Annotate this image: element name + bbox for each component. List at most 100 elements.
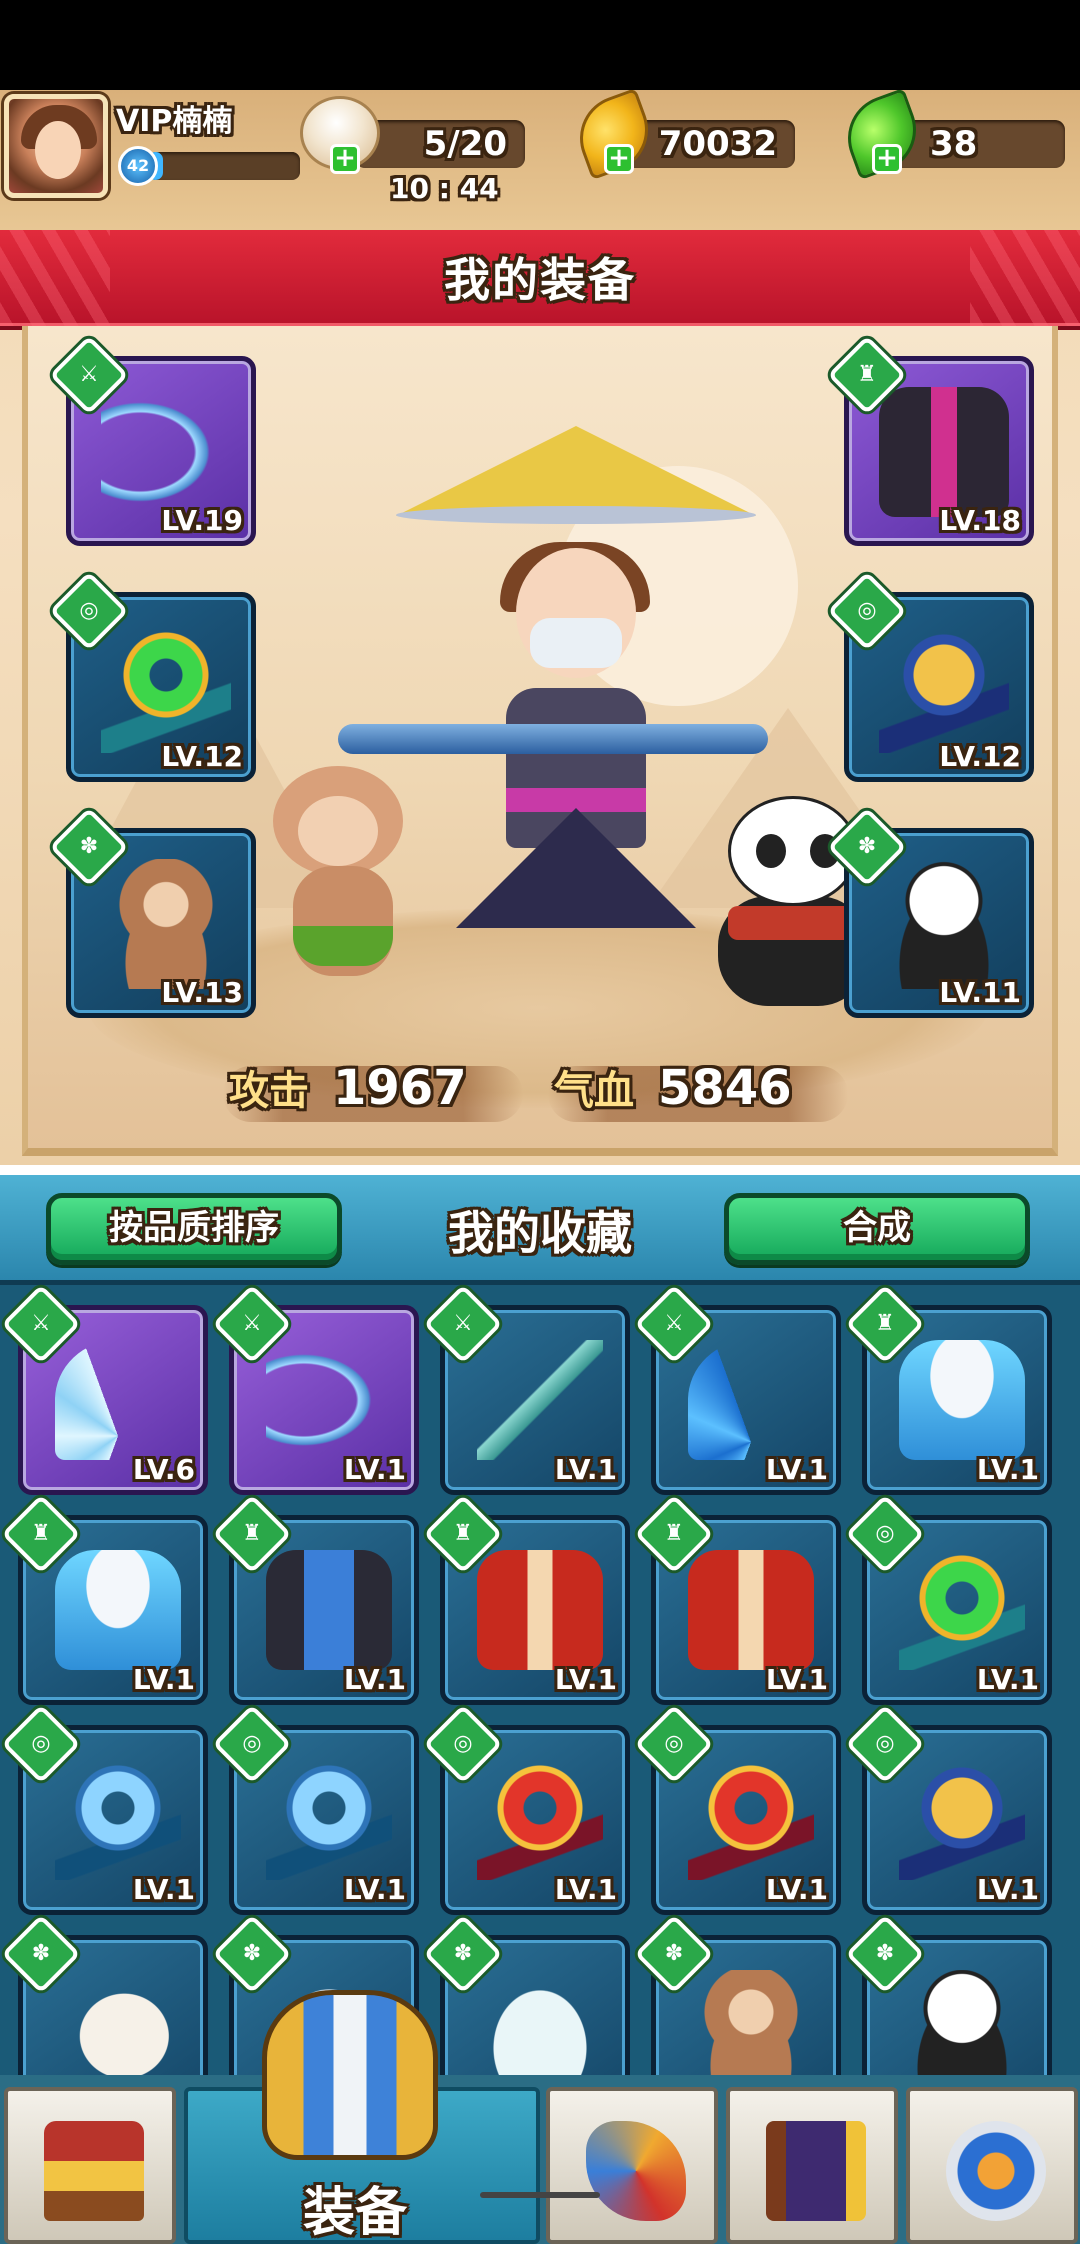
equipment-slot-accessory[interactable]: ◎ LV.12 xyxy=(49,571,256,782)
green-jade-icon xyxy=(101,623,231,753)
dark-robe-icon xyxy=(879,387,1009,517)
item-level: LV.1 xyxy=(765,1663,828,1696)
character-crossbow xyxy=(338,724,768,754)
collection-item[interactable]: ⚔ LV.1 xyxy=(634,1284,841,1495)
item-level: LV.1 xyxy=(132,1873,195,1906)
monkey-icon xyxy=(688,1970,814,2075)
weapon-type-icon: ⚔ xyxy=(634,1284,714,1364)
weapon-icon xyxy=(586,2121,686,2221)
nav-shop-button[interactable] xyxy=(4,2087,176,2244)
weapon-type-icon: ⚔ xyxy=(1,1284,81,1364)
nav-book-button[interactable] xyxy=(726,2087,898,2244)
title-banner: 我的装备 xyxy=(0,230,1080,326)
add-jade-button[interactable]: + xyxy=(872,144,902,174)
avatar-face xyxy=(35,121,81,179)
hp-label: 气血 xyxy=(554,1068,634,1114)
stamina-counter: 5/20 xyxy=(355,120,525,168)
armor-icon[interactable] xyxy=(262,1990,438,2160)
book-icon xyxy=(766,2121,866,2221)
item-level: LV.1 xyxy=(976,1873,1039,1906)
item-level: LV.1 xyxy=(343,1663,406,1696)
add-stamina-button[interactable]: + xyxy=(330,144,360,174)
collection-item[interactable]: ⚔ LV.1 xyxy=(212,1284,419,1495)
character-stage: ⚔ LV.19 ♜ LV.18 ◎ LV.12 ◎ LV.12 ✽ LV.13 ✽ LV.11 攻击 … xyxy=(22,326,1058,1156)
item-level: LV.1 xyxy=(554,1873,617,1906)
collection-item[interactable]: ◎ LV.1 xyxy=(1,1704,208,1915)
item-level: LV.1 xyxy=(554,1663,617,1696)
collection-item[interactable]: ◎ LV.1 xyxy=(845,1704,1052,1915)
collection-item[interactable]: ♜ LV.1 xyxy=(634,1494,841,1705)
add-gold-button[interactable]: + xyxy=(604,144,634,174)
item-level: LV.1 xyxy=(343,1453,406,1486)
character-bamboo-hat xyxy=(396,406,756,524)
collection-item[interactable]: ♜ LV.1 xyxy=(212,1494,419,1705)
character-mask xyxy=(530,618,622,668)
hat-cone xyxy=(396,426,756,516)
item-level: LV.12 xyxy=(161,740,243,773)
fan-icon xyxy=(55,1340,181,1460)
nav-equipment-label: 装备 xyxy=(302,2183,407,2243)
collection-item[interactable]: ✽ xyxy=(845,1914,1052,2075)
collection-item[interactable]: ◎ LV.1 xyxy=(634,1704,841,1915)
item-level: LV.6 xyxy=(132,1453,195,1486)
gold-jade-icon xyxy=(879,623,1009,753)
hat-brim xyxy=(396,506,756,524)
hp-value: 5846 xyxy=(658,1060,792,1116)
jade-gold-icon xyxy=(899,1760,1025,1880)
collection-item[interactable]: ◎ LV.1 xyxy=(212,1704,419,1915)
section-divider xyxy=(0,1165,1080,1175)
jade-value: 38 xyxy=(930,124,978,164)
item-level: LV.13 xyxy=(161,976,243,1009)
item-level: LV.1 xyxy=(765,1873,828,1906)
panda-icon xyxy=(899,1970,1025,2075)
character-skirt xyxy=(456,808,696,928)
robe-red-icon xyxy=(688,1550,814,1670)
monkey-icon xyxy=(101,859,231,989)
equipment-slot-pet[interactable]: ✽ LV.11 xyxy=(827,807,1034,1018)
item-level: LV.18 xyxy=(939,504,1021,537)
bird-icon xyxy=(55,1970,181,2075)
collection-item[interactable]: ♜ LV.1 xyxy=(1,1494,208,1705)
home-indicator[interactable] xyxy=(480,2192,600,2198)
collection-item[interactable]: ⚔ LV.1 xyxy=(423,1284,630,1495)
sword-icon xyxy=(477,1340,603,1460)
monkey-leaf-skirt xyxy=(293,926,393,966)
collection-item[interactable]: ✽ xyxy=(423,1914,630,2075)
collection-item[interactable]: ✽ xyxy=(1,1914,208,2075)
collection-item[interactable]: ♜ LV.1 xyxy=(845,1284,1052,1495)
equipment-slot-weapon[interactable]: ⚔ LV.19 xyxy=(49,335,256,546)
panda-icon xyxy=(879,859,1009,989)
stamina-timer: 10 : 44 xyxy=(390,172,499,205)
status-bar xyxy=(0,0,1080,90)
attack-stat: 攻击 1967 xyxy=(223,1048,543,1128)
panda-scarf xyxy=(728,906,858,940)
robe-red-icon xyxy=(477,1550,603,1670)
item-level: LV.1 xyxy=(976,1663,1039,1696)
combine-button[interactable]: 合成 xyxy=(724,1193,1030,1265)
jade-red-icon xyxy=(688,1760,814,1880)
nav-weapon-button[interactable] xyxy=(546,2087,718,2244)
collection-item[interactable]: ✽ xyxy=(634,1914,841,2075)
collection-item[interactable]: ⚔ LV.6 xyxy=(1,1284,208,1495)
collection-item[interactable]: ◎ LV.1 xyxy=(845,1494,1052,1705)
jade-blue-icon xyxy=(266,1760,392,1880)
collection-item[interactable]: ♜ LV.1 xyxy=(423,1494,630,1705)
equipment-slot-accessory[interactable]: ◎ LV.12 xyxy=(827,571,1034,782)
nav-settings-button[interactable] xyxy=(906,2087,1078,2244)
item-level: LV.11 xyxy=(939,976,1021,1009)
bow-icon xyxy=(266,1340,392,1460)
item-level: LV.12 xyxy=(939,740,1021,773)
equipment-slot-pet[interactable]: ✽ LV.13 xyxy=(49,807,256,1018)
player-avatar[interactable] xyxy=(4,94,108,198)
item-level: LV.1 xyxy=(765,1453,828,1486)
bow-icon xyxy=(101,387,231,517)
collection-item[interactable]: ◎ LV.1 xyxy=(423,1704,630,1915)
jade-red-icon xyxy=(477,1760,603,1880)
treasure-shop-icon xyxy=(44,2121,144,2221)
equipment-slot-armor[interactable]: ♜ LV.18 xyxy=(827,335,1034,546)
player-name: VIP楠楠 xyxy=(116,104,233,139)
collection-panel: 按品质排序 我的收藏 合成 ⚔ LV.6 ⚔ LV.1 ⚔ LV.1 ⚔ LV.1 ♜ LV.1 ♜… xyxy=(0,1175,1080,2075)
jade-green-icon xyxy=(899,1550,1025,1670)
ferret-icon xyxy=(477,1970,603,2075)
pet-monkey[interactable] xyxy=(243,766,443,1006)
